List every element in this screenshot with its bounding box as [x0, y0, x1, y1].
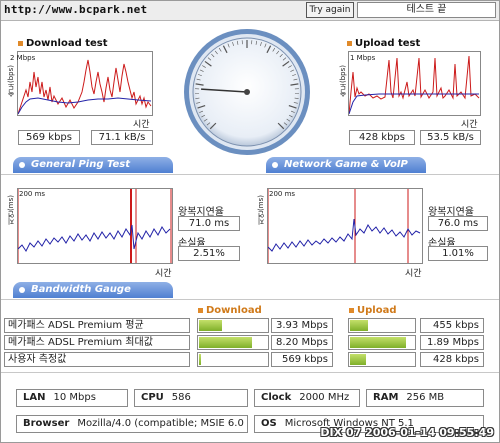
bw-upload-bar [348, 335, 416, 350]
ping-rtt-value: 71.0 ms [178, 216, 240, 231]
os-label: OS [261, 418, 277, 429]
bw-upload-value: 1.89 Mbps [420, 335, 484, 350]
upload-kBs: 53.5 kB/s [420, 130, 481, 145]
game-loss-value: 1.01% [428, 246, 488, 261]
ping-y-axis: 지연(ms) [7, 195, 15, 225]
separator [1, 299, 499, 300]
ping-banner-text: General Ping Test [31, 159, 131, 170]
clock-label: Clock [261, 392, 292, 403]
game-max-label: 200 ms [269, 190, 296, 198]
ping-x-label: 시간 [155, 269, 172, 279]
bw-download-bar-fill [199, 354, 201, 365]
download-y-axis: 속도(bps) [7, 65, 15, 97]
bandwidth-banner-text: Bandwidth Gauge [31, 284, 131, 295]
ram-label: RAM [373, 392, 399, 403]
bw-row-label: 사용자 측정값 [4, 352, 190, 367]
bw-row-label: 메가패스 ADSL Premium 최대값 [4, 335, 190, 350]
gauge-svg [184, 29, 310, 155]
cpu-label: CPU [141, 392, 164, 403]
ping-graph-svg [17, 189, 172, 263]
bw-download-bar [197, 335, 269, 350]
cpu-value: 586 [171, 392, 191, 403]
bw-download-header: Download [198, 305, 262, 316]
game-rtt-value: 76.0 ms [428, 216, 488, 231]
download-x-label: 시간 [133, 120, 150, 130]
bw-download-bar [197, 352, 269, 367]
cpu-info: CPU 586 [134, 389, 248, 407]
bullet-icon [198, 307, 203, 313]
banner-dot-icon [19, 162, 25, 168]
bw-download-value: 569 kbps [271, 352, 333, 367]
upload-trace-red [348, 55, 480, 115]
game-y-axis: 지연(ms) [257, 195, 265, 225]
bullet-icon [349, 307, 354, 313]
bw-download-value: 8.20 Mbps [271, 335, 333, 350]
ram-value: 256 MB [406, 392, 445, 403]
lan-label: LAN [23, 392, 46, 403]
download-graph-svg [17, 59, 152, 115]
download-max-label: 2 Mbps [10, 54, 36, 62]
ping-loss-value: 2.51% [178, 246, 240, 261]
bw-upload-header: Upload [349, 305, 396, 316]
bw-upload-bar-fill [350, 337, 407, 348]
separator [1, 174, 499, 175]
bw-download-value: 3.93 Mbps [271, 318, 333, 333]
clock-info: Clock 2000 MHz [254, 389, 360, 407]
browser-info: Browser Mozilla/4.0 (compatible; MSIE 6.0 [16, 415, 248, 433]
browser-label: Browser [23, 418, 70, 429]
download-trace-red [17, 59, 152, 115]
status-box: 테스트 끝 [357, 2, 496, 18]
bw-download-bar [197, 318, 269, 333]
bw-download-bar-fill [199, 337, 252, 348]
upload-kbps: 428 kbps [349, 130, 415, 145]
download-kbps: 569 kbps [18, 130, 80, 145]
gauge-hub [244, 89, 250, 95]
upload-max-label: 1 Mbps [350, 54, 376, 62]
clock-value: 2000 MHz [299, 392, 350, 403]
bw-upload-header-text: Upload [357, 305, 397, 316]
banner-dot-icon [272, 162, 278, 168]
bw-upload-bar [348, 318, 416, 333]
ping-banner: General Ping Test [13, 157, 173, 173]
download-graph [17, 51, 153, 116]
download-title-text: Download test [26, 38, 108, 49]
try-again-button[interactable]: Try again [306, 2, 354, 18]
bw-download-bar-fill [199, 320, 222, 331]
upload-y-axis: 속도(bps) [339, 65, 347, 97]
upload-title: Upload test [347, 38, 420, 49]
bandwidth-banner: Bandwidth Gauge [13, 282, 173, 298]
upload-trace-blue [348, 93, 479, 115]
download-trace-blue [17, 97, 152, 115]
game-graph-svg [267, 189, 421, 263]
game-banner: Network Game & VoIP Test [266, 157, 426, 186]
lan-value: 10 Mbps [53, 392, 96, 403]
separator [1, 372, 499, 373]
upload-x-label: 시간 [461, 120, 478, 130]
bullet-icon [347, 40, 352, 46]
bw-upload-bar-fill [350, 320, 368, 331]
ram-info: RAM 256 MB [366, 389, 484, 407]
upload-title-text: Upload test [355, 38, 421, 49]
ping-max-label: 200 ms [19, 190, 46, 198]
download-kBs: 71.1 kB/s [91, 130, 153, 145]
download-title: Download test [18, 38, 108, 49]
bw-download-header-text: Download [206, 305, 262, 316]
banner-dot-icon [19, 287, 25, 293]
bw-upload-bar-fill [350, 354, 367, 365]
lan-info: LAN 10 Mbps [16, 389, 128, 407]
ping-graph [17, 188, 173, 264]
game-x-label: 시간 [405, 269, 422, 279]
camera-timestamp: DIX 07 2006-01-14 09:55:49 [320, 426, 494, 439]
speed-gauge [182, 27, 312, 157]
browser-value: Mozilla/4.0 (compatible; MSIE 6.0 [77, 418, 244, 429]
bw-upload-value: 455 kbps [420, 318, 484, 333]
bw-row-label: 메가패스 ADSL Premium 평균 [4, 318, 190, 333]
site-url[interactable]: http://www.bcpark.net [4, 3, 147, 16]
bw-upload-bar [348, 352, 416, 367]
game-graph [267, 188, 423, 264]
bullet-icon [18, 40, 23, 46]
ping-trace [17, 224, 171, 252]
bw-upload-value: 428 kbps [420, 352, 484, 367]
game-trace [267, 218, 421, 252]
